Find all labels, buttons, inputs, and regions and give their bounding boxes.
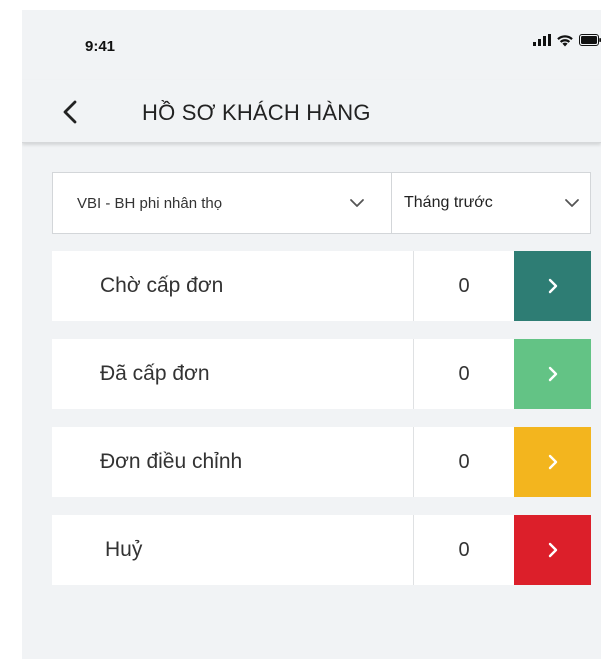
period-dropdown[interactable]: Tháng trước: [392, 173, 590, 233]
status-row-issued[interactable]: Đã cấp đơn 0: [52, 339, 591, 409]
status-bar: 9:41: [22, 10, 601, 80]
chevron-right-icon: [548, 278, 557, 294]
chevron-right-icon: [548, 542, 557, 558]
view-pending-button[interactable]: [514, 251, 591, 321]
status-label: Đơn điều chỉnh: [100, 450, 243, 473]
status-count: 0: [413, 427, 514, 497]
status-time: 9:41: [85, 38, 116, 55]
chevron-down-icon: [350, 199, 364, 207]
view-adjusted-button[interactable]: [514, 427, 591, 497]
page-title: HỒ SƠ KHÁCH HÀNG: [142, 100, 371, 125]
signal-icon: [533, 34, 551, 46]
filter-row: VBI - BH phi nhân thọ Tháng trước: [52, 172, 591, 234]
chevron-right-icon: [548, 454, 557, 470]
status-icons: [533, 32, 601, 48]
product-dropdown[interactable]: VBI - BH phi nhân thọ: [53, 173, 392, 233]
app-header: HỒ SƠ KHÁCH HÀNG: [22, 80, 601, 143]
status-label: Chờ cấp đơn: [100, 274, 224, 297]
view-issued-button[interactable]: [514, 339, 591, 409]
status-list: Chờ cấp đơn 0 Đã cấp đơn 0 Đơn điều chỉn…: [52, 251, 591, 603]
chevron-right-icon: [548, 366, 557, 382]
status-label: Đã cấp đơn: [100, 362, 210, 385]
status-count: 0: [413, 515, 514, 585]
status-label: Huỷ: [105, 538, 143, 561]
phone-screen: 9:41 HỒ SƠ KHÁCH HÀNG VBI - BH phi nhân …: [22, 10, 601, 659]
status-row-pending[interactable]: Chờ cấp đơn 0: [52, 251, 591, 321]
status-row-cancelled[interactable]: Huỷ 0: [52, 515, 591, 585]
chevron-down-icon: [565, 199, 579, 207]
view-cancelled-button[interactable]: [514, 515, 591, 585]
wifi-icon: [557, 34, 573, 46]
status-count: 0: [413, 339, 514, 409]
product-dropdown-value: VBI - BH phi nhân thọ: [77, 194, 223, 212]
chevron-left-icon[interactable]: [60, 97, 82, 127]
battery-icon: [579, 34, 601, 46]
status-row-adjusted[interactable]: Đơn điều chỉnh 0: [52, 427, 591, 497]
period-dropdown-value: Tháng trước: [404, 194, 493, 211]
status-count: 0: [413, 251, 514, 321]
